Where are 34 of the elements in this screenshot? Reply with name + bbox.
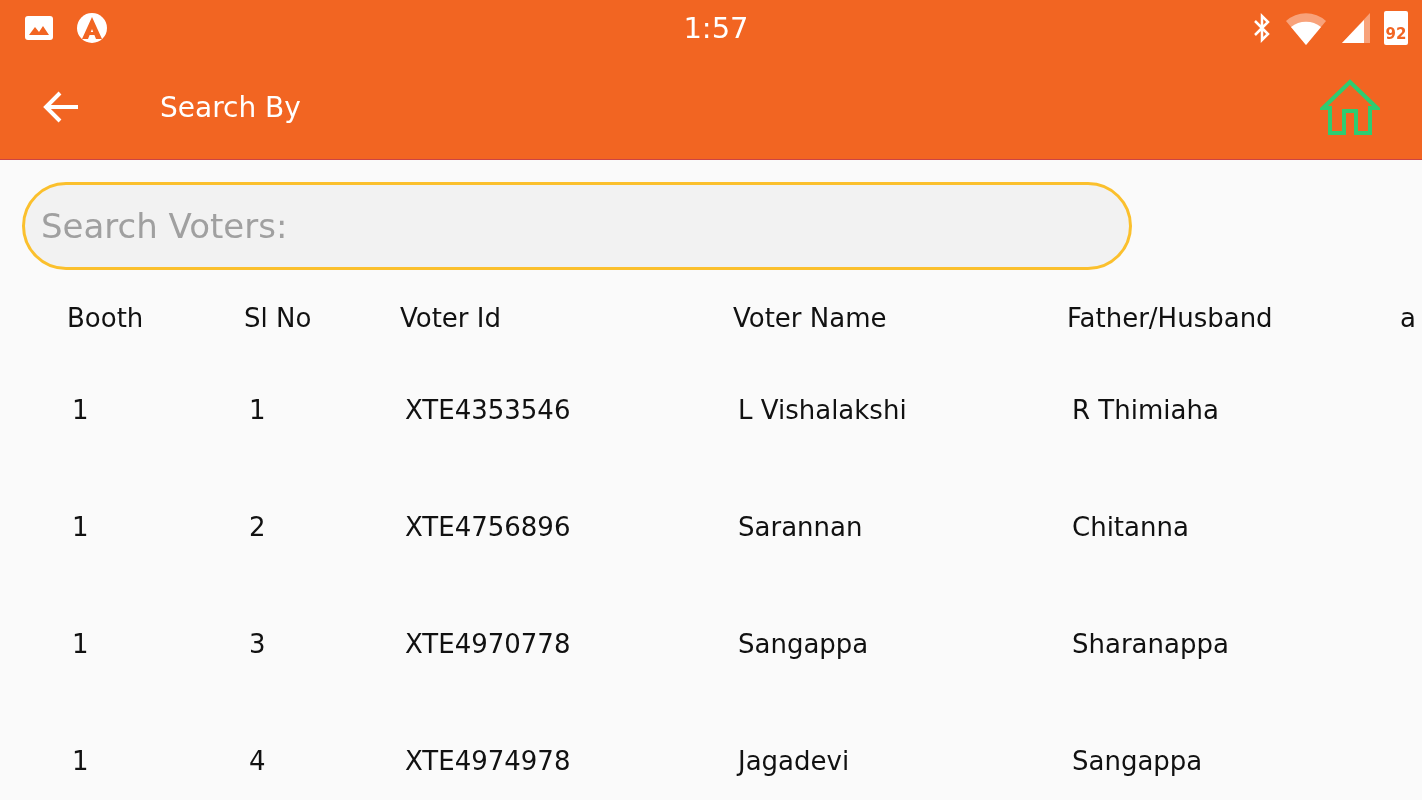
column-header: Sl No bbox=[244, 302, 313, 335]
table-cell-text: 2 bbox=[248, 511, 267, 544]
table-cell-text: 3 bbox=[248, 628, 267, 661]
image-icon bbox=[24, 14, 54, 41]
wifi-icon bbox=[1284, 10, 1328, 45]
table-cell-text: Sharanappa bbox=[1071, 628, 1230, 661]
table-cell-text: XTE4756896 bbox=[404, 511, 572, 544]
battery-level: 92 bbox=[1385, 23, 1407, 45]
table-cell-text: Sarannan bbox=[737, 511, 864, 544]
table-cell-text: R Thimiaha bbox=[1071, 394, 1220, 427]
bluetooth-icon bbox=[1252, 11, 1272, 44]
table-cell-text: Chitanna bbox=[1071, 511, 1190, 544]
table-cell-text: Jagadevi bbox=[735, 745, 851, 778]
table-cell-text: 1 bbox=[71, 511, 90, 544]
column-header: Voter Id bbox=[400, 302, 502, 335]
column-header: Voter Name bbox=[733, 302, 888, 335]
table-cell-text: XTE4974978 bbox=[404, 745, 572, 778]
column-header: Booth bbox=[67, 302, 145, 335]
status-time: 1:57 bbox=[682, 10, 750, 45]
toolbar-title: Search By bbox=[160, 90, 302, 124]
app-logo-icon bbox=[76, 11, 108, 44]
table-cell-text: 1 bbox=[71, 394, 90, 427]
table-cell-text: Sangappa bbox=[737, 628, 870, 661]
table-cell-text: XTE4970778 bbox=[404, 628, 572, 661]
column-header: a bbox=[1400, 302, 1417, 335]
search-field[interactable]: Search Voters: bbox=[22, 182, 1132, 270]
column-header: Father/Husband bbox=[1067, 302, 1274, 335]
table-cell-text: 1 bbox=[71, 745, 90, 778]
table-cell-text: 1 bbox=[71, 628, 90, 661]
table-cell-text: 4 bbox=[248, 745, 267, 778]
table-cell-text: Sangappa bbox=[1071, 745, 1204, 778]
table-cell-text: L Vishalakshi bbox=[737, 394, 908, 427]
table-cell-text: 1 bbox=[248, 394, 267, 427]
table-cell-text: XTE4353546 bbox=[404, 394, 572, 427]
